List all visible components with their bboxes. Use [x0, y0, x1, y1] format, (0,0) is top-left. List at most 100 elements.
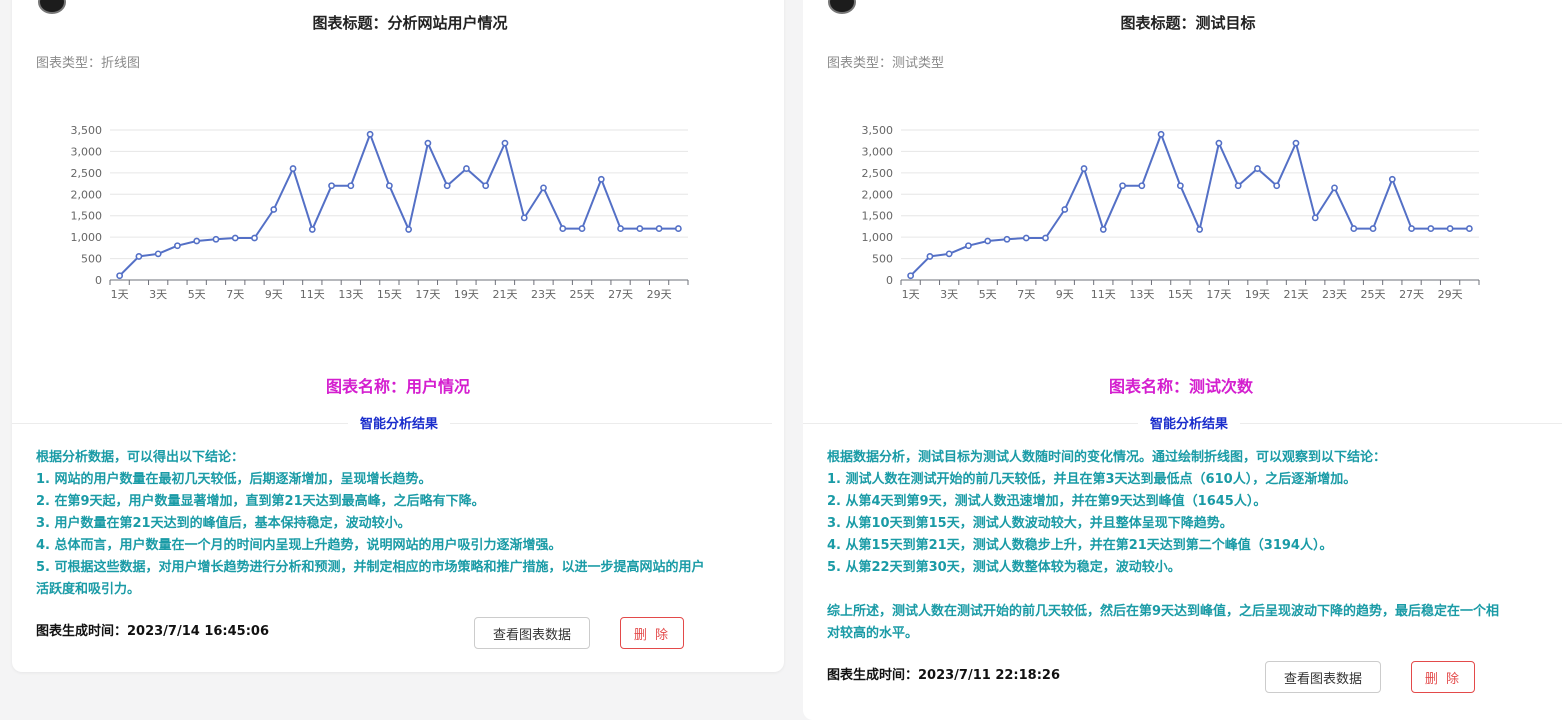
- analysis-line: 对较高的水平。: [827, 626, 919, 641]
- analysis-line: 1. 测试人数在测试开始的前几天较低，并且在第3天达到最低点（610人），之后逐…: [827, 472, 1357, 487]
- x-tick-label: 19天: [1245, 288, 1270, 301]
- data-point: [212, 235, 220, 243]
- data-point: [655, 225, 663, 232]
- chart-type-prefix: 图表类型：: [827, 56, 893, 71]
- y-tick-label: 2,000: [862, 188, 894, 201]
- analysis-line: 根据数据分析，测试目标为测试人数随时间的变化情况。通过绘制折线图，可以观察到以下…: [827, 450, 1387, 465]
- analysis-line: 活跃度和吸引力。: [36, 582, 141, 597]
- chart-type-value: 折线图: [101, 56, 141, 71]
- analysis-text: 根据分析数据，可以得出以下结论： 1. 网站的用户数量在最初几天较低，后期逐渐增加…: [36, 447, 766, 601]
- x-tick-label: 11天: [1091, 288, 1116, 301]
- x-tick-label: 9天: [1056, 288, 1074, 301]
- data-point: [1003, 235, 1011, 243]
- data-point: [135, 253, 143, 260]
- chart-type: 图表类型：测试类型: [827, 52, 944, 71]
- x-tick-label: 17天: [415, 288, 440, 301]
- y-tick-label: 1,000: [71, 231, 103, 244]
- x-tick-label: 29天: [647, 288, 672, 301]
- y-tick-label: 1,500: [71, 210, 103, 223]
- chart-title: 图表标题：测试目标: [1120, 14, 1256, 32]
- x-tick-label: 3天: [940, 288, 958, 301]
- chart-name: 图表名称：用户情况: [325, 377, 470, 396]
- x-tick-label: 21天: [1283, 288, 1308, 301]
- y-tick-label: 500: [81, 253, 102, 266]
- data-point: [347, 182, 355, 190]
- y-tick-label: 0: [95, 274, 102, 287]
- data-point: [1215, 139, 1223, 147]
- data-point: [1350, 225, 1358, 232]
- data-point: [1254, 165, 1261, 172]
- data-point: [366, 130, 374, 138]
- data-point: [1331, 184, 1338, 192]
- data-point: [1369, 225, 1377, 232]
- analysis-line: 5. 可根据这些数据，对用户增长趋势进行分析和预测，并制定相应的市场策略和推广措…: [36, 560, 705, 575]
- view-chart-data-button[interactable]: 查看图表数据: [474, 617, 590, 649]
- analysis-heading: 智能分析结果: [347, 413, 451, 432]
- data-point: [1388, 175, 1396, 183]
- data-point: [907, 272, 915, 280]
- data-point: [926, 253, 934, 260]
- x-tick-label: 29天: [1438, 288, 1463, 301]
- analysis-line: 5. 从第22天到第30天，测试人数整体较为稳定，波动较小。: [827, 560, 1181, 575]
- x-tick-label: 5天: [979, 288, 997, 301]
- data-point: [193, 237, 201, 245]
- data-point: [424, 139, 432, 147]
- analysis-text: 根据数据分析，测试目标为测试人数随时间的变化情况。通过绘制折线图，可以观察到以下…: [827, 447, 1557, 645]
- data-point: [1080, 165, 1088, 172]
- analysis-line: 4. 从第15天到第21天，测试人数稳步上升，并在第21天达到第二个峰值（319…: [827, 538, 1333, 553]
- chart-card: 图表标题：测试目标 图表类型：测试类型 0 500 1,000 1,500 2,000 2…: [803, 0, 1562, 720]
- data-point: [1138, 182, 1146, 190]
- data-point: [1311, 214, 1319, 222]
- x-tick-label: 1天: [111, 288, 129, 301]
- data-point: [463, 165, 470, 172]
- x-tick-label: 19天: [454, 288, 479, 301]
- analysis-heading: 智能分析结果: [1137, 413, 1241, 432]
- y-tick-label: 3,000: [71, 145, 103, 158]
- chart-type-value: 测试类型: [892, 56, 945, 71]
- x-tick-label: 7天: [1017, 288, 1035, 301]
- analysis-line: 4. 总体而言，用户数量在一个月的时间内呈现上升趋势，说明网站的用户吸引力逐渐增…: [36, 538, 562, 553]
- data-point: [1427, 225, 1435, 232]
- chart-name: 图表名称：测试次数: [1108, 377, 1253, 396]
- data-point: [482, 182, 490, 190]
- data-point: [1022, 234, 1030, 242]
- delete-button[interactable]: 删 除: [620, 617, 684, 649]
- x-tick-label: 27天: [608, 288, 633, 301]
- series-line: [909, 133, 1470, 277]
- data-point: [1408, 225, 1415, 232]
- y-tick-label: 2,000: [71, 188, 103, 201]
- y-tick-label: 3,000: [862, 145, 894, 158]
- data-point: [984, 237, 992, 245]
- data-point: [289, 165, 297, 172]
- data-point: [636, 225, 644, 232]
- data-point: [385, 182, 393, 190]
- delete-button[interactable]: 删 除: [1411, 661, 1475, 693]
- data-point: [578, 225, 586, 232]
- x-tick-label: 23天: [531, 288, 556, 301]
- x-tick-label: 9天: [265, 288, 283, 301]
- x-tick-label: 25天: [1361, 288, 1386, 301]
- view-chart-data-button[interactable]: 查看图表数据: [1265, 661, 1381, 693]
- y-tick-label: 1,000: [862, 231, 894, 244]
- x-tick-label: 13天: [1129, 288, 1154, 301]
- data-point: [1292, 139, 1300, 147]
- x-tick-label: 25天: [570, 288, 595, 301]
- analysis-line: 1. 网站的用户数量在最初几天较低，后期逐渐增加，呈现增长趋势。: [36, 472, 432, 487]
- line-chart: 0 500 1,000 1,500 2,000 2,500 3,000 3,500 1天 3天 5天…: [862, 124, 1480, 301]
- data-point: [251, 234, 258, 242]
- x-tick-label: 27天: [1399, 288, 1424, 301]
- data-point: [443, 182, 451, 190]
- y-tick-label: 2,500: [71, 167, 103, 180]
- data-point: [270, 206, 278, 213]
- line-chart: 0 500 1,000 1,500 2,000 2,500 3,000 3,500 1天 3天 5天…: [71, 124, 689, 301]
- y-tick-label: 0: [886, 274, 893, 287]
- generated-time: 图表生成时间：2023/7/14 16:45:06: [36, 624, 270, 639]
- data-point: [945, 250, 953, 258]
- chart-type-prefix: 图表类型：: [36, 56, 102, 71]
- data-point: [154, 250, 162, 258]
- x-tick-label: 17天: [1206, 288, 1231, 301]
- data-point: [520, 214, 528, 222]
- analysis-line: [827, 579, 1557, 601]
- data-point: [1061, 206, 1069, 213]
- y-tick-label: 2,500: [862, 167, 894, 180]
